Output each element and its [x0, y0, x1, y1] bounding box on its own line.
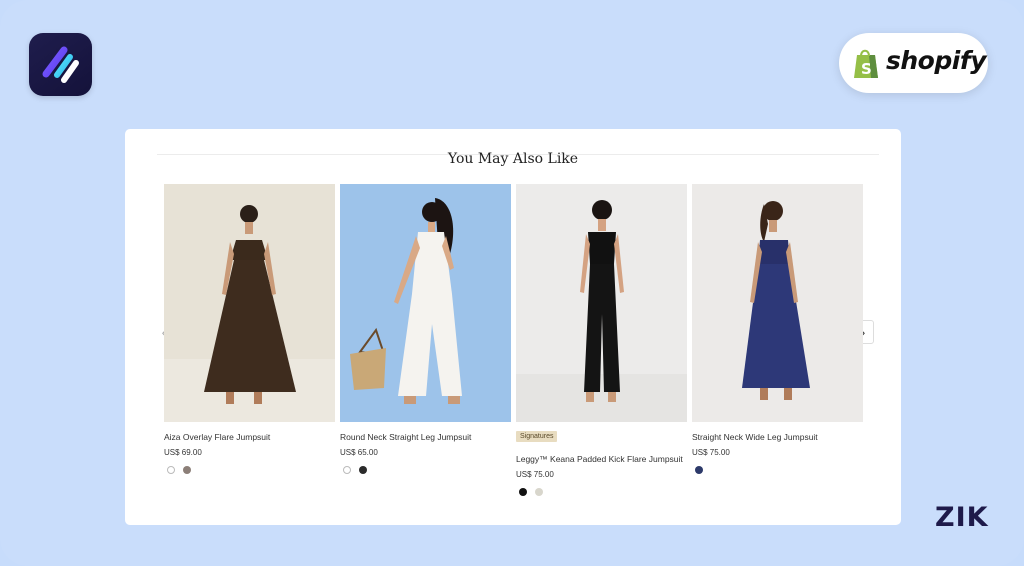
product-name[interactable]: Round Neck Straight Leg Jumpsuit	[340, 432, 471, 442]
recommendations-panel: You May Also Like ‹ › Aiza Overlay Flare…	[125, 129, 901, 525]
product-image[interactable]	[692, 184, 863, 422]
signatures-badge: Signatures	[516, 431, 558, 442]
product-price: US$ 69.00	[164, 448, 202, 457]
shopify-wordmark: shopify	[886, 46, 987, 75]
product-price: US$ 75.00	[516, 470, 554, 479]
product-name[interactable]: Leggy™ Keana Padded Kick Flare Jumpsuit	[516, 454, 683, 464]
color-swatch-black[interactable]	[519, 488, 527, 496]
svg-text:S: S	[861, 60, 872, 78]
product-price: US$ 75.00	[692, 448, 730, 457]
product-image[interactable]	[340, 184, 511, 422]
color-swatch-beige[interactable]	[535, 488, 543, 496]
app-logo	[29, 33, 92, 96]
app-logo-icon	[42, 46, 79, 83]
color-swatch-black[interactable]	[359, 466, 367, 474]
color-swatch-white[interactable]	[343, 466, 351, 474]
zik-watermark: ZIK	[935, 502, 989, 533]
shopify-badge: S shopify	[839, 33, 988, 93]
product-image[interactable]	[516, 184, 687, 422]
color-swatch-taupe[interactable]	[183, 466, 191, 474]
color-swatch-navy[interactable]	[695, 466, 703, 474]
product-name[interactable]: Aiza Overlay Flare Jumpsuit	[164, 432, 270, 442]
product-price: US$ 65.00	[340, 448, 378, 457]
product-image[interactable]	[164, 184, 335, 422]
product-name[interactable]: Straight Neck Wide Leg Jumpsuit	[692, 432, 818, 442]
color-swatch-white[interactable]	[167, 466, 175, 474]
shopify-bag-icon: S	[854, 49, 878, 78]
section-title: You May Also Like	[447, 151, 579, 167]
